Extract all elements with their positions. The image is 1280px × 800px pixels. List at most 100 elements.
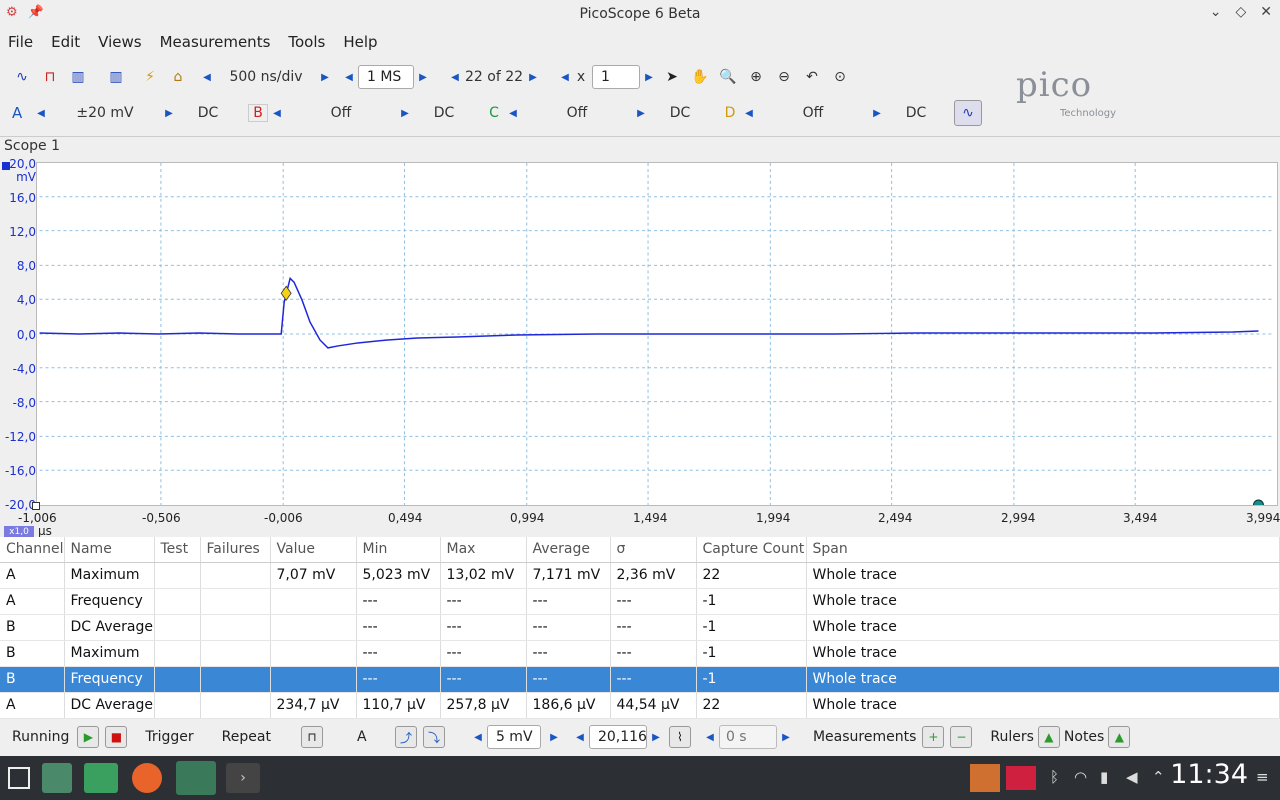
zoom-in-icon[interactable]: ⊕ bbox=[742, 64, 770, 90]
col-sigma[interactable]: σ bbox=[610, 537, 697, 563]
channel-d-coupling[interactable]: DC bbox=[886, 105, 946, 121]
threshold-prev-arrow[interactable]: ◀ bbox=[469, 732, 487, 743]
spectrum-analyzer-icon[interactable]: ▥ bbox=[102, 64, 130, 90]
capture-next-arrow[interactable]: ▶ bbox=[524, 72, 542, 83]
channel-c-range-next[interactable]: ▶ bbox=[632, 108, 650, 119]
trigger-mode[interactable]: Repeat bbox=[222, 729, 271, 745]
table-row[interactable]: A Maximum 7,07 mV 5,023 mV 13,02 mV 7,17… bbox=[0, 562, 1280, 589]
col-min[interactable]: Min bbox=[356, 537, 441, 563]
zoom-next-arrow[interactable]: ▶ bbox=[640, 72, 658, 83]
tray-menu-icon[interactable]: ≡ bbox=[1256, 768, 1269, 786]
advanced-trigger-button[interactable]: ⊓ bbox=[300, 726, 323, 748]
channel-d-button[interactable]: D bbox=[720, 105, 740, 121]
threshold-next-arrow[interactable]: ▶ bbox=[545, 732, 563, 743]
col-channel[interactable]: Channel bbox=[0, 537, 65, 563]
start-button[interactable]: ▶ bbox=[77, 726, 100, 748]
scope-plot[interactable] bbox=[36, 162, 1278, 506]
file-manager-icon[interactable] bbox=[84, 763, 118, 793]
wifi-icon[interactable]: ◠ bbox=[1074, 768, 1087, 786]
zoom-out-icon[interactable]: ⊖ bbox=[770, 64, 798, 90]
channel-a-range-prev[interactable]: ◀ bbox=[32, 108, 50, 119]
col-name[interactable]: Name bbox=[64, 537, 155, 563]
channel-b-coupling[interactable]: DC bbox=[414, 105, 474, 121]
pretrigger-next-arrow[interactable]: ▶ bbox=[647, 732, 665, 743]
pointer-tool-icon[interactable]: ➤ bbox=[658, 64, 686, 90]
capture-prev-arrow[interactable]: ◀ bbox=[446, 72, 464, 83]
channel-a-axis-marker[interactable] bbox=[2, 162, 10, 170]
channel-b-button[interactable]: B bbox=[248, 104, 268, 122]
undo-zoom-icon[interactable]: ↶ bbox=[798, 64, 826, 90]
rising-edge-button[interactable]: ⤴ bbox=[394, 726, 417, 748]
hand-tool-icon[interactable]: ✋ bbox=[686, 64, 714, 90]
channel-a-range-next[interactable]: ▶ bbox=[160, 108, 178, 119]
col-capture-count[interactable]: Capture Count bbox=[696, 537, 807, 563]
table-row[interactable]: A DC Average 234,7 µV 110,7 µV 257,8 µV … bbox=[0, 692, 1280, 719]
channel-a-button[interactable]: A bbox=[12, 104, 32, 122]
col-test[interactable]: Test bbox=[154, 537, 201, 563]
zoom-prev-arrow[interactable]: ◀ bbox=[556, 72, 574, 83]
channel-d-range-next[interactable]: ▶ bbox=[868, 108, 886, 119]
pretrigger-prev-arrow[interactable]: ◀ bbox=[571, 732, 589, 743]
table-row[interactable]: B Maximum --- --- --- --- -1 Whole trace bbox=[0, 640, 1280, 667]
zoom-tool-icon[interactable]: 🔍 bbox=[714, 64, 742, 90]
delay-prev-arrow[interactable]: ◀ bbox=[701, 732, 719, 743]
close-icon[interactable]: ✕ bbox=[1260, 4, 1272, 20]
picoscope-taskbar-icon[interactable] bbox=[176, 761, 216, 795]
timebase-prev-arrow[interactable]: ◀ bbox=[198, 72, 216, 83]
post-trigger-button[interactable]: ⌇ bbox=[668, 726, 691, 748]
col-span[interactable]: Span bbox=[806, 537, 1280, 563]
samples-input[interactable]: 1 MS bbox=[358, 65, 414, 89]
firefox-icon[interactable] bbox=[132, 763, 162, 793]
channel-a-range[interactable]: ±20 mV bbox=[50, 105, 160, 121]
falling-edge-button[interactable]: ⤵ bbox=[422, 726, 445, 748]
volume-icon[interactable]: ◀ bbox=[1126, 768, 1138, 786]
col-max[interactable]: Max bbox=[440, 537, 527, 563]
samples-next-arrow[interactable]: ▶ bbox=[414, 72, 432, 83]
edit-measurement-button[interactable]: − bbox=[950, 726, 973, 748]
threshold-input[interactable]: 5 mV bbox=[486, 725, 541, 749]
persistence-mode-icon[interactable]: ⊓ bbox=[36, 64, 64, 90]
col-failures[interactable]: Failures bbox=[200, 537, 271, 563]
stop-button[interactable]: ■ bbox=[105, 726, 128, 748]
desktop-icon[interactable] bbox=[42, 763, 72, 793]
math-channels-icon[interactable]: ∿ bbox=[954, 100, 982, 126]
channel-a-coupling[interactable]: DC bbox=[178, 105, 238, 121]
menu-measurements[interactable]: Measurements bbox=[160, 33, 271, 51]
app-launcher-icon[interactable] bbox=[8, 767, 30, 789]
spectrum-mode-icon[interactable]: ▥ bbox=[64, 64, 92, 90]
tray-expand-icon[interactable]: ⌃ bbox=[1152, 768, 1165, 786]
battery-icon[interactable]: ▮ bbox=[1100, 768, 1108, 786]
channel-c-range[interactable]: Off bbox=[522, 105, 632, 121]
channel-d-range-prev[interactable]: ◀ bbox=[740, 108, 758, 119]
channel-c-range-prev[interactable]: ◀ bbox=[504, 108, 522, 119]
channel-b-range[interactable]: Off bbox=[286, 105, 396, 121]
zoom-fit-icon[interactable]: ⊙ bbox=[826, 64, 854, 90]
menu-edit[interactable]: Edit bbox=[51, 33, 80, 51]
rulers-button[interactable]: ▲ bbox=[1037, 726, 1060, 748]
channel-b-range-next[interactable]: ▶ bbox=[396, 108, 414, 119]
bluetooth-icon[interactable]: ᛒ bbox=[1050, 768, 1059, 786]
menu-help[interactable]: Help bbox=[343, 33, 377, 51]
channel-d-range[interactable]: Off bbox=[758, 105, 868, 121]
timebase-next-arrow[interactable]: ▶ bbox=[316, 72, 334, 83]
delay-input[interactable] bbox=[718, 725, 777, 749]
col-average[interactable]: Average bbox=[526, 537, 611, 563]
col-value[interactable]: Value bbox=[270, 537, 357, 563]
menu-file[interactable]: File bbox=[8, 33, 33, 51]
maximize-icon[interactable]: ◇ bbox=[1235, 4, 1246, 20]
trigger-channel[interactable]: A bbox=[357, 729, 381, 745]
timebase-value[interactable]: 500 ns/div bbox=[216, 69, 316, 85]
menu-views[interactable]: Views bbox=[98, 33, 141, 51]
zoom-input[interactable]: 1 bbox=[592, 65, 640, 89]
menu-tools[interactable]: Tools bbox=[288, 33, 325, 51]
samples-prev-arrow[interactable]: ◀ bbox=[340, 72, 358, 83]
channel-b-range-prev[interactable]: ◀ bbox=[268, 108, 286, 119]
auto-setup-icon[interactable]: ⚡ bbox=[136, 64, 164, 90]
tray-app-icon[interactable] bbox=[970, 764, 1000, 792]
add-measurement-button[interactable]: + bbox=[922, 726, 945, 748]
scope-mode-icon[interactable]: ∿ bbox=[8, 64, 36, 90]
table-row[interactable]: A Frequency --- --- --- --- -1 Whole tra… bbox=[0, 588, 1280, 615]
delay-next-arrow[interactable]: ▶ bbox=[777, 732, 795, 743]
notes-button[interactable]: ▲ bbox=[1108, 726, 1131, 748]
pretrigger-input[interactable]: 20,116 bbox=[588, 725, 647, 749]
